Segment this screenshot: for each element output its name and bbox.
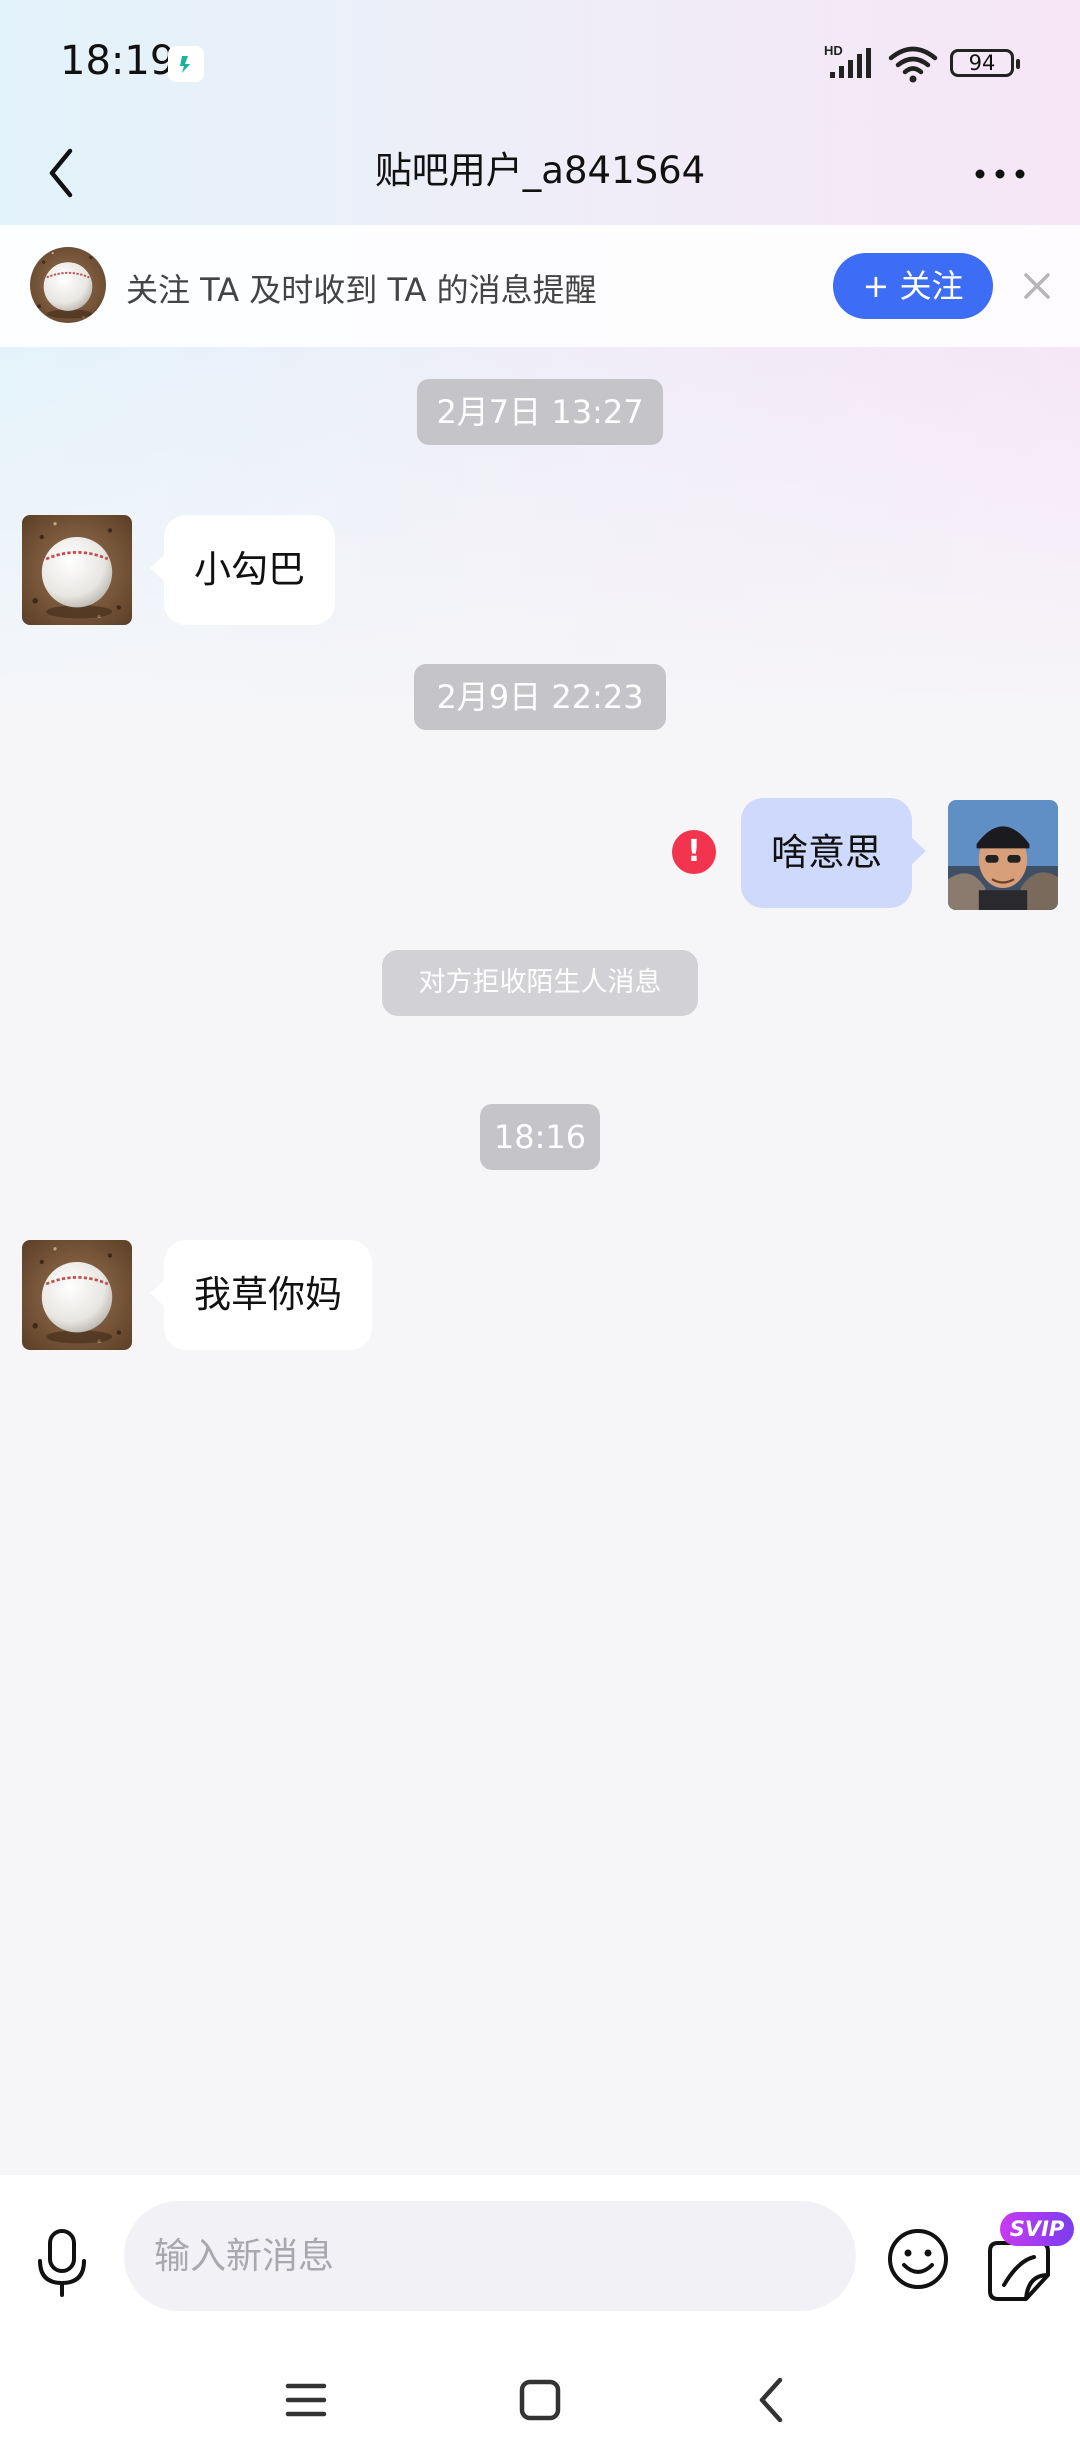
message-bubble-incoming[interactable]: 小勾巴 (150, 515, 335, 625)
chat-screen: 18:19 HD 94 贴吧用户_a841S64 关注 TA 及时收到 TA 的… (0, 0, 1080, 2460)
emoji-button[interactable] (884, 2225, 952, 2293)
battery-icon: 94 (950, 49, 1020, 77)
follow-banner: 关注 TA 及时收到 TA 的消息提醒 + 关注 (0, 225, 1080, 347)
input-bar (0, 2175, 1080, 2340)
chat-header: 贴吧用户_a841S64 (0, 130, 1080, 225)
app-notification-icon (168, 46, 204, 82)
status-time: 18:19 (60, 38, 176, 84)
more-button[interactable] (970, 154, 1030, 194)
avatar[interactable] (22, 1240, 132, 1350)
avatar[interactable] (22, 515, 132, 625)
signal-icon: HD (824, 42, 876, 86)
page-title: 贴吧用户_a841S64 (374, 149, 706, 192)
back-button[interactable] (40, 138, 100, 208)
voice-button[interactable] (30, 2227, 94, 2299)
home-icon (519, 2379, 561, 2421)
timestamp: 18:16 (480, 1104, 600, 1170)
follow-button[interactable]: + 关注 (833, 253, 993, 319)
system-nav-bar (0, 2340, 1080, 2460)
timestamp: 2月9日 22:23 (414, 664, 666, 730)
close-icon (1024, 273, 1050, 299)
system-notice: 对方拒收陌生人消息 (382, 950, 698, 1016)
message-input[interactable] (124, 2201, 856, 2311)
home-button[interactable] (510, 2370, 570, 2430)
error-icon[interactable]: ! (672, 830, 716, 874)
message-bubble-outgoing[interactable]: 啥意思 (741, 798, 926, 908)
back-icon (49, 148, 73, 198)
timestamp: 2月7日 13:27 (417, 379, 663, 445)
battery-level: 94 (968, 51, 996, 75)
svip-badge: SVIP (1000, 2212, 1074, 2246)
message-bubble-incoming[interactable]: 我草你妈 (150, 1240, 372, 1350)
avatar[interactable] (30, 247, 106, 323)
more-icon (975, 169, 1025, 179)
network-label: HD (824, 43, 843, 58)
nav-back-icon (759, 2377, 783, 2423)
avatar[interactable] (948, 800, 1058, 910)
follow-hint-text: 关注 TA 及时收到 TA 的消息提醒 (126, 271, 597, 309)
menu-button[interactable] (276, 2370, 336, 2430)
emoji-icon (888, 2229, 948, 2289)
status-bar: 18:19 HD 94 (0, 0, 1080, 130)
close-banner-button[interactable] (1020, 269, 1054, 303)
wifi-icon (888, 44, 938, 88)
nav-back-button[interactable] (744, 2370, 804, 2430)
menu-icon (285, 2383, 327, 2417)
mic-icon (38, 2229, 86, 2297)
